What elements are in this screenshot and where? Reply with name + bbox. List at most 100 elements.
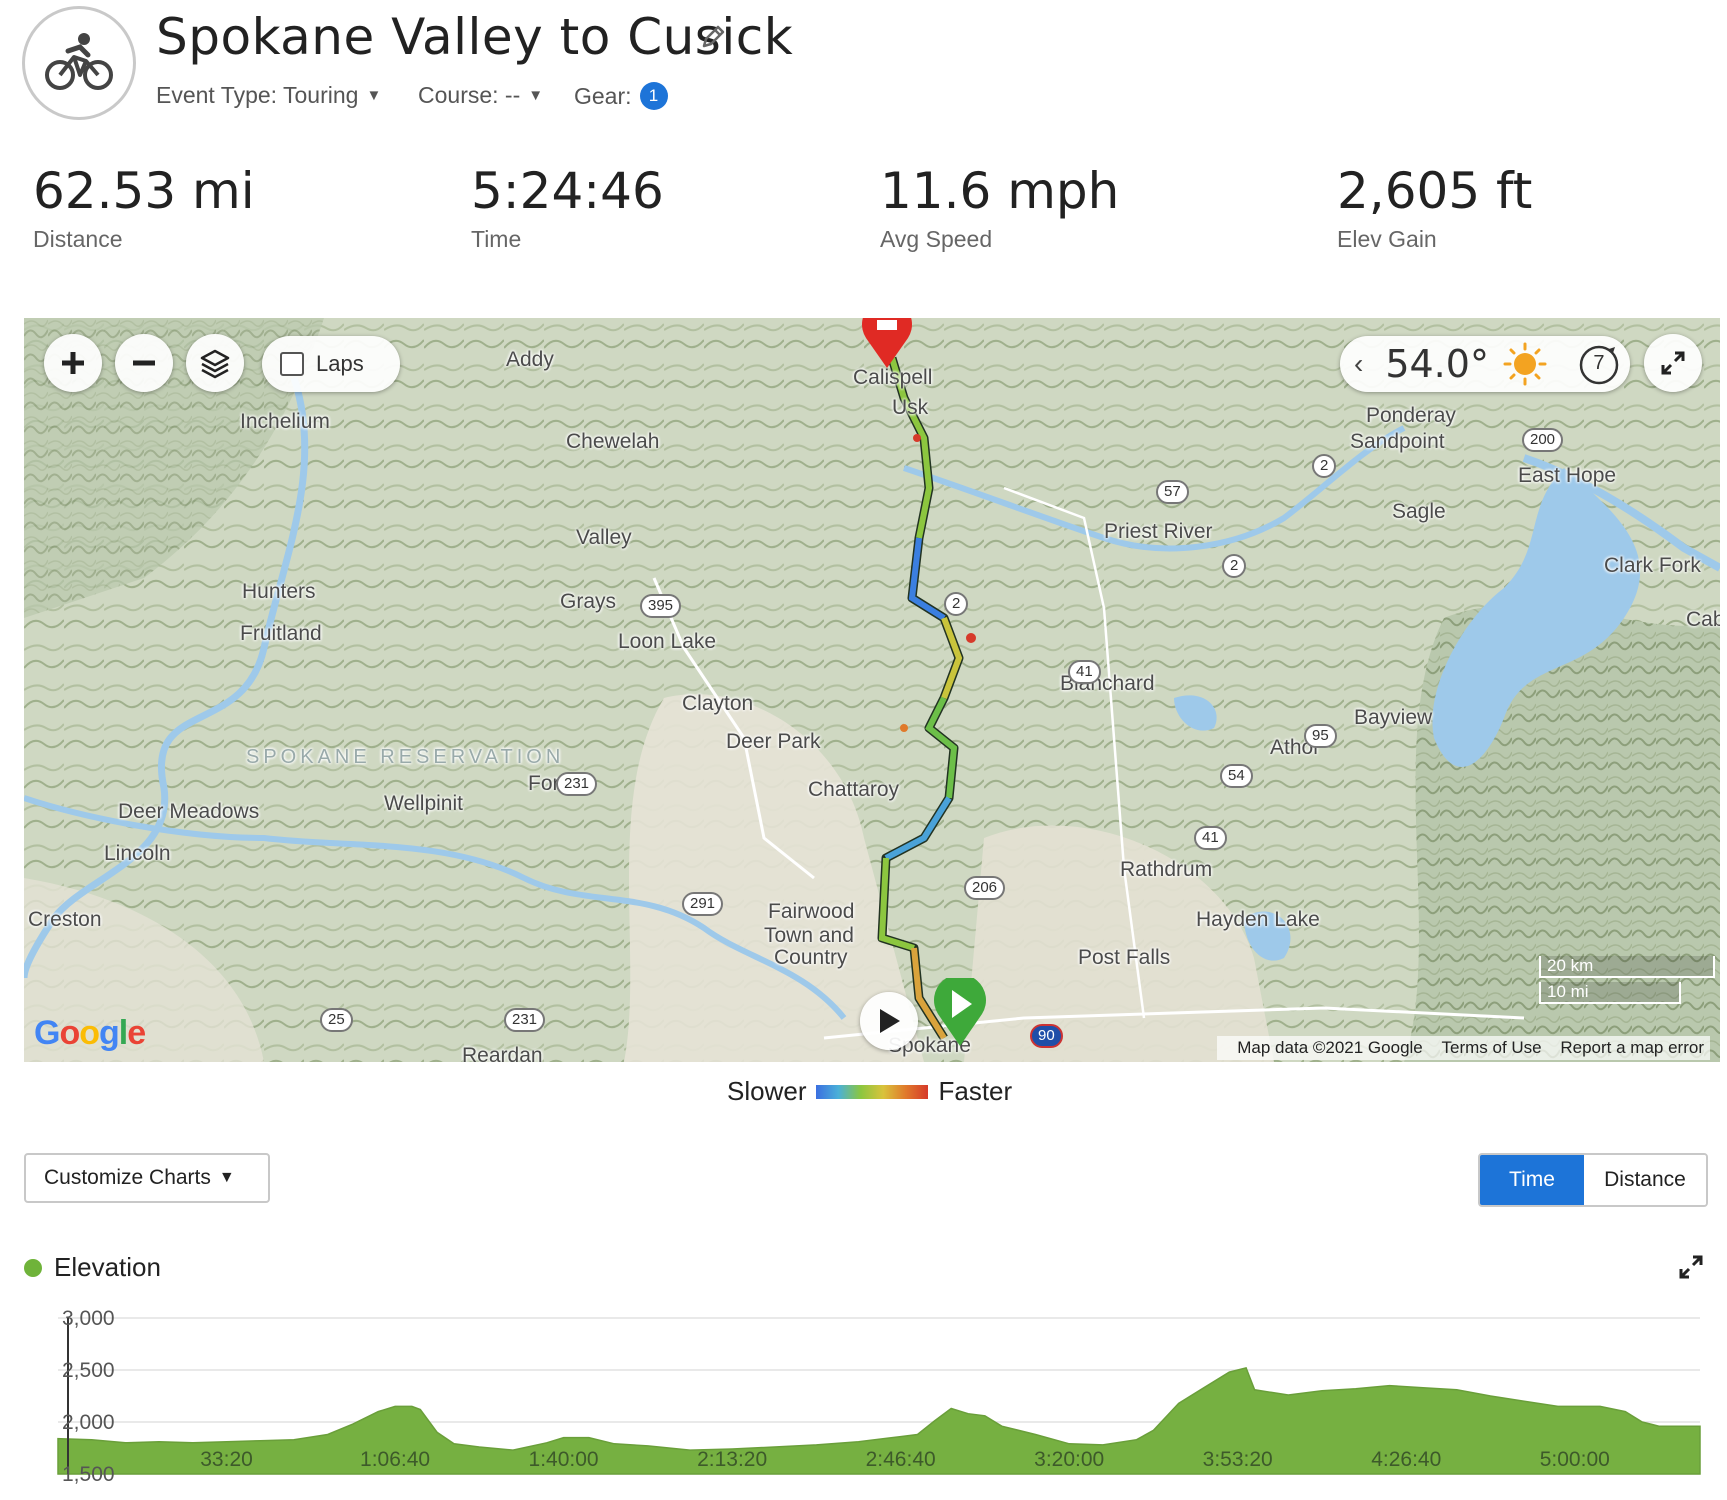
- place-label: Chewelah: [566, 430, 660, 453]
- play-route-button[interactable]: [860, 992, 918, 1050]
- fullscreen-button[interactable]: [1644, 334, 1702, 392]
- place-label: Deer Park: [726, 730, 821, 753]
- place-label: Hayden Lake: [1196, 908, 1320, 931]
- place-label: Rathdrum: [1120, 858, 1213, 881]
- place-label: Wellpinit: [384, 792, 463, 815]
- place-label: Chattaroy: [808, 778, 900, 801]
- x-tick-label: 2:46:40: [866, 1448, 936, 1471]
- sun-icon: [1503, 342, 1547, 386]
- speed-gradient: [816, 1084, 929, 1099]
- place-label: Addy: [506, 348, 554, 371]
- weather-widget[interactable]: ‹ 54.0° 7: [1340, 336, 1630, 392]
- x-tick-label: 2:13:20: [697, 1448, 767, 1471]
- chart-title-text: Elevation: [54, 1252, 161, 1282]
- place-label: Hunters: [242, 580, 316, 603]
- elevation-chart[interactable]: 3,000 2,500 2,000 1,500 33:20 1:06:40 1:40:00 2…: [0, 1290, 1727, 1500]
- toggle-distance[interactable]: Distance: [1584, 1155, 1706, 1205]
- gear-label: Gear:: [574, 82, 632, 109]
- event-type-dropdown[interactable]: Event Type: Touring ▼: [156, 82, 381, 109]
- highway-shield: 231: [556, 772, 598, 796]
- place-label: Inchelium: [240, 410, 330, 433]
- gear-count-badge[interactable]: 1: [639, 82, 668, 110]
- place-label: Fairwood: [768, 900, 855, 923]
- place-label: Country: [774, 946, 848, 969]
- y-tick-label: 3,000: [62, 1307, 115, 1330]
- y-tick-label: 2,000: [62, 1411, 115, 1434]
- x-axis-toggle[interactable]: Time Distance: [1478, 1153, 1708, 1207]
- stat-value: 5:24:46: [471, 162, 664, 220]
- highway-shield: 41: [1194, 826, 1227, 850]
- course-dropdown[interactable]: Course: -- ▼: [418, 82, 543, 109]
- place-label: Sandpoint: [1350, 430, 1445, 453]
- stat-label: Distance: [33, 226, 123, 252]
- highway-shield: 291: [682, 892, 724, 916]
- stat-time: 5:24:46 Time: [471, 166, 664, 253]
- speed-legend: Slower Faster: [727, 1076, 1012, 1107]
- map-layers-button[interactable]: [186, 334, 244, 392]
- place-label: East Hope: [1518, 464, 1617, 487]
- stat-label: Time: [471, 226, 522, 252]
- legend-faster: Faster: [938, 1076, 1013, 1106]
- caret-down-icon: ▼: [366, 87, 382, 104]
- series-color-dot: [24, 1258, 42, 1277]
- place-label: Usk: [892, 396, 929, 419]
- pencil-icon: [702, 25, 725, 48]
- toggle-time[interactable]: Time: [1480, 1155, 1584, 1205]
- x-tick-label: 33:20: [200, 1448, 253, 1471]
- minus-icon: [133, 360, 155, 366]
- stat-label: Elev Gain: [1337, 226, 1437, 252]
- map-scale: 20 km 10 mi: [1539, 956, 1715, 1008]
- stat-distance: 62.53 mi Distance: [33, 166, 255, 253]
- edit-title-button[interactable]: [700, 24, 726, 55]
- scale-mi: 10 mi: [1539, 982, 1681, 1004]
- expand-chart-button[interactable]: [1678, 1254, 1704, 1285]
- report-error-link[interactable]: Report a map error: [1560, 1038, 1704, 1057]
- activity-type-icon: [22, 6, 136, 120]
- route-map[interactable]: Addy Inchelium Chewelah Calispell Usk Po…: [24, 318, 1720, 1062]
- customize-charts-dropdown[interactable]: Customize Charts ▼: [24, 1153, 270, 1203]
- play-icon: [880, 1009, 900, 1033]
- zoom-in-button[interactable]: [44, 334, 102, 392]
- zoom-out-button[interactable]: [115, 334, 173, 392]
- temperature-value: 54.0°: [1385, 342, 1489, 386]
- cycling-icon: [45, 33, 113, 90]
- place-label: SPOKANE RESERVATION: [246, 746, 565, 768]
- highway-shield: 41: [1068, 660, 1101, 684]
- terms-link[interactable]: Terms of Use: [1442, 1038, 1542, 1057]
- map-data-credit: Map data ©2021 Google: [1237, 1038, 1423, 1057]
- start-marker-icon[interactable]: [930, 978, 990, 1048]
- place-label: Ponderay: [1366, 404, 1456, 427]
- stat-value: 62.53 mi: [33, 162, 255, 220]
- scale-km: 20 km: [1539, 956, 1715, 978]
- laps-toggle[interactable]: Laps: [262, 336, 400, 392]
- place-label: Creston: [28, 908, 102, 931]
- place-label: Clark Fork: [1604, 554, 1701, 577]
- x-tick-label: 3:20:00: [1034, 1448, 1104, 1471]
- place-label: Loon Lake: [618, 630, 717, 653]
- x-tick-label: 5:00:00: [1540, 1448, 1610, 1471]
- stat-label: Avg Speed: [880, 226, 993, 252]
- google-logo: Google: [34, 1014, 146, 1052]
- place-label: Bayview: [1354, 706, 1433, 729]
- highway-shield: 231: [504, 1008, 546, 1032]
- chevron-left-icon[interactable]: ‹: [1354, 348, 1363, 380]
- place-label: Valley: [576, 526, 632, 549]
- x-tick-label: 1:40:00: [529, 1448, 599, 1471]
- map-attribution: Map data ©2021 Google Terms of Use Repor…: [1217, 1036, 1710, 1060]
- place-label: Cab: [1686, 608, 1720, 631]
- laps-label: Laps: [316, 351, 364, 376]
- laps-checkbox[interactable]: [280, 352, 304, 376]
- wind-speed: 7: [1593, 352, 1605, 374]
- gear-selector[interactable]: Gear: 1: [574, 82, 668, 110]
- y-tick-label: 2,500: [62, 1359, 115, 1382]
- customize-charts-label: Customize Charts: [44, 1166, 211, 1189]
- y-tick-label: 1,500: [62, 1463, 115, 1486]
- end-marker-icon[interactable]: [858, 318, 916, 370]
- place-label: Reardan: [462, 1044, 543, 1062]
- course-label: Course: --: [418, 82, 521, 108]
- stat-avg-speed: 11.6 mph Avg Speed: [880, 166, 1119, 253]
- highway-shield: 57: [1156, 480, 1189, 504]
- stat-value: 2,605 ft: [1337, 162, 1533, 220]
- caret-down-icon: ▼: [528, 87, 544, 104]
- interstate-shield: 90: [1030, 1024, 1063, 1048]
